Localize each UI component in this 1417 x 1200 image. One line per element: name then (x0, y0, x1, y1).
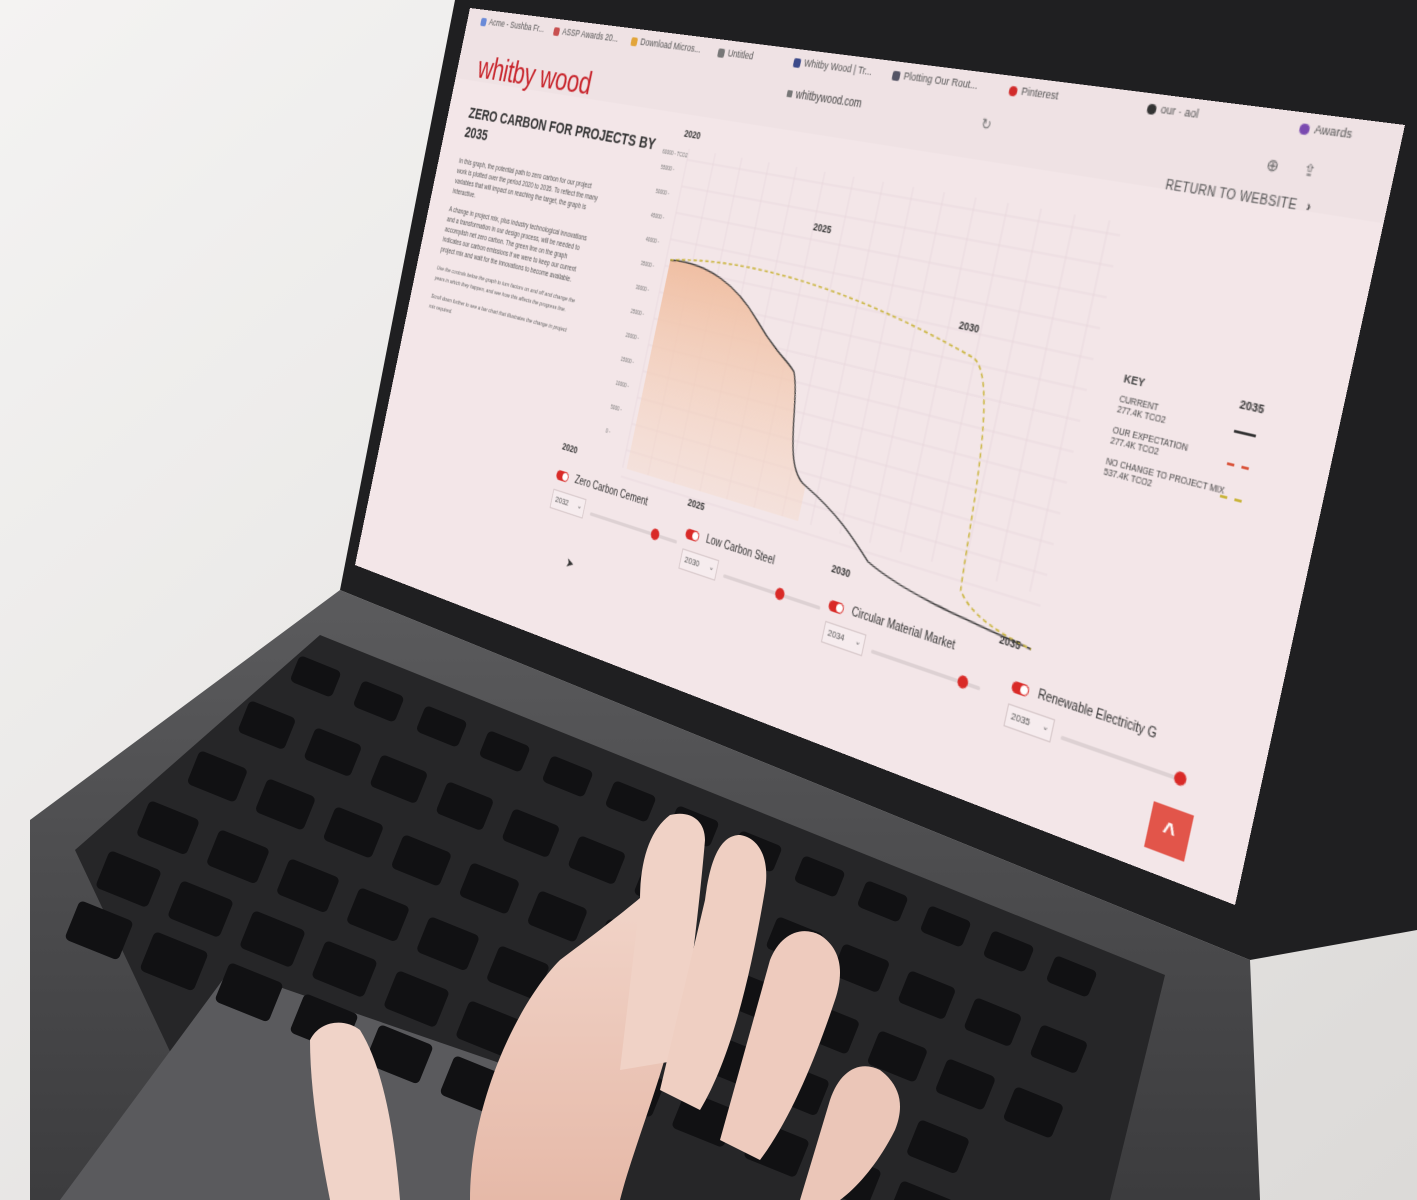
year-select[interactable]: 2035 ⌄ (1003, 703, 1056, 743)
year-select-value: 2035 (1009, 710, 1032, 729)
tab-favicon-icon (717, 47, 726, 58)
grid-line (900, 198, 976, 553)
tab-favicon-icon (792, 57, 802, 68)
browser-tab[interactable]: ASSP Awards 20... (551, 25, 619, 52)
chevron-down-icon: ⌄ (576, 502, 583, 512)
year-select-value: 2030 (683, 554, 701, 570)
y-tick-label: 30000 - (635, 283, 650, 293)
browser-tab[interactable]: Plotting Our Rout... (889, 68, 979, 101)
y-tick-label: 15000 - (620, 355, 635, 365)
tab-favicon-icon (1146, 103, 1158, 115)
year-slider[interactable] (870, 649, 981, 691)
tab-favicon-icon (480, 17, 488, 27)
slider-knob[interactable] (774, 586, 786, 602)
browser-tab[interactable]: Download Micros... (628, 35, 702, 64)
tab-label: Untitled (726, 47, 755, 62)
grid-line (840, 187, 914, 534)
browser-tab[interactable]: Pinterest (1006, 83, 1060, 112)
key-year: 2035 (1238, 397, 1266, 417)
y-tick-label: 35000 - (640, 260, 655, 270)
chevron-down-icon: ⌄ (1041, 722, 1050, 734)
grid-line (687, 160, 1120, 236)
tab-favicon-icon (891, 70, 901, 81)
slider-knob[interactable] (956, 674, 970, 691)
tab-label: Download Micros... (639, 36, 702, 55)
control-renewable-electricity: Renewable Electricity G 2035 ⌄ (998, 675, 1206, 821)
tab-label: Acme - Sushba Fr... (488, 16, 546, 35)
slider-knob[interactable] (1172, 769, 1188, 788)
lock-icon (786, 89, 794, 98)
y-tick-label: 25000 - (630, 307, 645, 317)
y-tick-label: 50000 - (655, 187, 670, 196)
browser-tab[interactable]: Untitled (715, 46, 755, 71)
y-axis-unit-label: 60000 - TCO2 (662, 148, 689, 159)
grid-line (996, 214, 1075, 581)
browser-tab[interactable]: Whitby Wood | Tr... (791, 56, 874, 87)
toggle-switch[interactable] (555, 469, 570, 484)
grid-line (964, 209, 1042, 572)
address-bar[interactable]: whitbywood.com (786, 88, 863, 111)
tab-favicon-icon (630, 36, 639, 47)
tab-favicon-icon (1298, 122, 1311, 135)
tab-favicon-icon (1008, 85, 1019, 97)
tab-label: Whitby Wood | Tr... (803, 57, 874, 78)
year-slider[interactable] (722, 573, 821, 610)
year-select[interactable]: 2034 ⌄ (820, 620, 867, 657)
y-tick-label: 5000 - (610, 403, 623, 413)
grid-line (932, 203, 1009, 562)
share-icon[interactable]: ⇪ (1301, 160, 1318, 181)
year-label-2035-bottom: 2035 (998, 632, 1022, 653)
year-label-2020-top: 2020 (683, 127, 702, 142)
intro-text: In this graph, the potential path to zer… (426, 157, 601, 357)
browser-tab[interactable]: Acme - Sushba Fr... (478, 16, 545, 43)
grid-line (870, 192, 945, 543)
slider-knob[interactable] (649, 527, 661, 542)
year-label-2025-top: 2025 (812, 220, 833, 236)
year-slider[interactable] (1060, 735, 1188, 788)
reload-icon[interactable]: ↻ (980, 115, 994, 134)
toggle-switch[interactable] (1010, 680, 1031, 698)
y-tick-label: 45000 - (650, 212, 665, 221)
chevron-up-icon: ^ (1159, 816, 1178, 849)
grid-line (1030, 220, 1110, 591)
tab-favicon-icon (552, 26, 561, 36)
y-tick-label: 20000 - (625, 331, 640, 341)
browser-tab[interactable]: Awards (1296, 120, 1354, 152)
toggle-switch[interactable] (827, 599, 845, 616)
year-select-value: 2034 (826, 627, 846, 644)
chart-key: KEY 2035 CURRENT 277.4K TCO2 OUR EXPECTA… (1102, 372, 1277, 518)
download-icon[interactable]: ⊕ (1265, 155, 1281, 176)
year-select-value: 2032 (554, 494, 570, 509)
chevron-down-icon: ⌄ (708, 563, 715, 573)
y-tick-label: 55000 - (660, 163, 675, 172)
mouse-cursor-icon: ➤ (564, 554, 576, 572)
year-label-2020-bottom: 2020 (561, 440, 578, 456)
chevron-down-icon: ⌄ (854, 637, 862, 648)
toggle-switch[interactable] (684, 528, 701, 543)
tab-label: our · aol (1159, 102, 1201, 121)
control-label: Renewable Electricity G (1036, 688, 1158, 743)
year-select[interactable]: 2030 ⌄ (678, 548, 720, 581)
tab-label: Awards (1313, 122, 1354, 141)
browser-tab[interactable]: our · aol (1144, 101, 1200, 131)
url-text: whitbywood.com (794, 88, 863, 112)
tab-label: Plotting Our Rout... (902, 69, 980, 92)
y-tick-label: 40000 - (645, 236, 660, 246)
carbon-chart[interactable]: 55000 - 50000 - 45000 - 40000 - 35000 - 30000… (543, 94, 1145, 663)
year-slider[interactable] (589, 512, 678, 544)
tab-label: ASSP Awards 20... (561, 26, 620, 44)
y-tick-label: 0 - (605, 427, 611, 435)
year-label-2030-top: 2030 (958, 318, 981, 336)
year-select[interactable]: 2032 ⌄ (549, 488, 587, 519)
y-tick-label: 10000 - (615, 379, 630, 389)
tab-label: Pinterest (1020, 84, 1060, 103)
